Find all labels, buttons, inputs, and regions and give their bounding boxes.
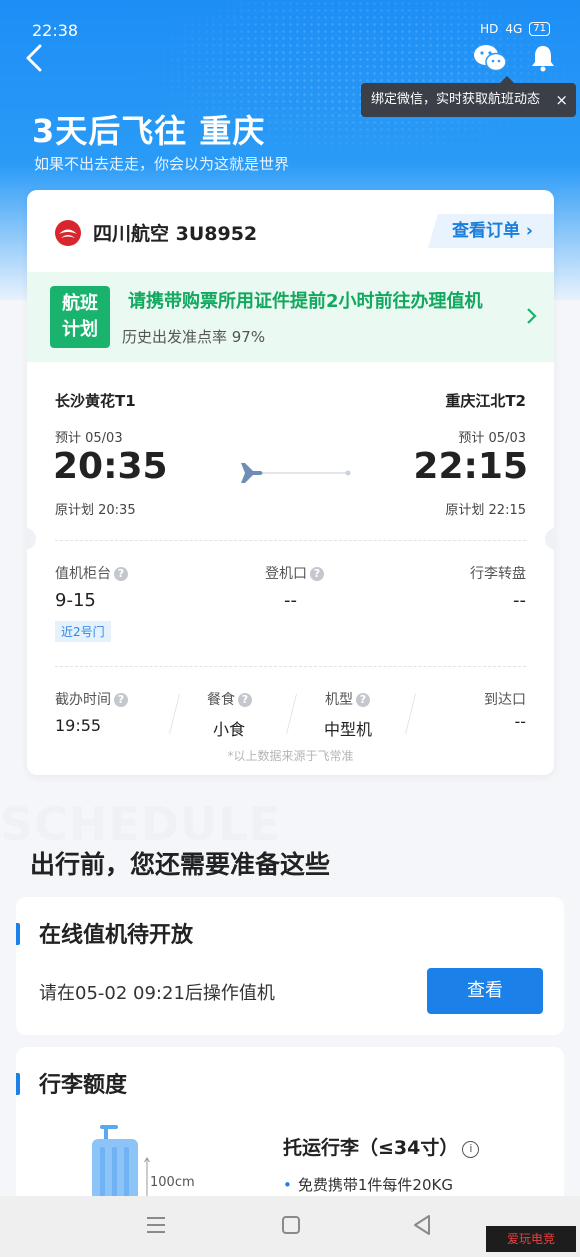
notice-message: 请携带购票所用证件提前2小时前往办理值机: [128, 291, 483, 312]
suitcase-icon: [92, 1125, 138, 1203]
baggage-carousel-value: --: [513, 590, 526, 611]
home-icon[interactable]: [282, 1216, 300, 1234]
signal-label: HD: [480, 22, 499, 36]
view-order-button[interactable]: 查看订单 ›: [428, 214, 554, 248]
divider: [405, 694, 416, 734]
gate-hint-badge: 近2号门: [55, 621, 111, 642]
boarding-gate-value: --: [284, 590, 297, 611]
cutoff-time-label: 截办时间?: [55, 689, 128, 709]
bell-icon[interactable]: [528, 43, 558, 73]
ticket-notch: [545, 528, 554, 550]
status-icons: HD 4G 71: [480, 22, 550, 36]
online-checkin-card: 在线值机待开放 请在05-02 09:21后操作值机 查看: [16, 897, 564, 1035]
section-accent: [16, 1073, 20, 1095]
checkin-counter-label: 值机柜台?: [55, 563, 128, 583]
flight-card: 四川航空 3U8952 查看订单 › 航班 计划 请携带购票所用证件提前2小时前…: [27, 190, 554, 775]
aircraft-type-value: 中型机: [324, 720, 373, 739]
ticket-notch: [27, 528, 36, 550]
departure-original-time: 原计划 20:35: [55, 503, 136, 518]
status-time: 22:38: [32, 21, 79, 40]
baggage-carousel-label: 行李转盘: [470, 566, 526, 582]
arrival-estimated-date: 预计 05/03: [458, 431, 526, 446]
help-icon[interactable]: ?: [356, 693, 370, 707]
departure-estimated-date: 预计 05/03: [55, 431, 123, 446]
help-icon[interactable]: ?: [114, 693, 128, 707]
meal-label: 餐食?: [207, 689, 252, 709]
back-arrow-icon[interactable]: [22, 42, 48, 74]
airline-logo-icon: [55, 220, 81, 246]
arrival-gate-value: --: [514, 712, 526, 731]
data-source-note: *以上数据来源于飞常准: [227, 749, 354, 763]
arrival-time: 22:15: [413, 446, 528, 487]
divider: [55, 666, 526, 667]
page-subtitle: 如果不出去走走，你会以为这就是世界: [34, 155, 290, 173]
departure-time: 20:35: [53, 446, 168, 487]
departure-airport: 长沙黄花T1: [55, 392, 136, 410]
menu-icon[interactable]: [146, 1216, 166, 1234]
airline-flight-number: 四川航空 3U8952: [93, 223, 258, 245]
baggage-allowance-item: 免费携带1件每件20KG: [283, 1174, 453, 1195]
online-checkin-title: 在线值机待开放: [39, 923, 194, 948]
aircraft-type-label: 机型?: [325, 689, 370, 709]
baggage-allowance-title: 行李额度: [39, 1073, 128, 1098]
help-icon[interactable]: ?: [114, 567, 128, 581]
back-triangle-icon[interactable]: [412, 1214, 432, 1236]
wechat-icon[interactable]: [472, 43, 508, 73]
help-icon[interactable]: ?: [238, 693, 252, 707]
page-title: 3天后飞往 重庆: [32, 112, 266, 150]
close-icon[interactable]: ×: [555, 83, 568, 117]
online-checkin-desc: 请在05-02 09:21后操作值机: [39, 983, 275, 1004]
flight-plan-notice[interactable]: 航班 计划 请携带购票所用证件提前2小时前往办理值机 历史出发准点率 97%: [27, 272, 554, 362]
section-title: 出行前，您还需要准备这些: [30, 850, 331, 879]
flight-plan-badge: 航班 计划: [50, 286, 110, 348]
view-checkin-button[interactable]: 查看: [427, 968, 543, 1014]
schedule-watermark: SCHEDULE: [0, 797, 282, 851]
boarding-gate-label: 登机口?: [265, 563, 324, 583]
divider: [169, 694, 180, 734]
arrival-gate-label: 到达口: [484, 692, 526, 708]
on-time-rate: 历史出发准点率 97%: [122, 328, 266, 346]
section-accent: [16, 923, 20, 945]
meal-value: 小食: [213, 720, 246, 739]
battery-icon: 71: [529, 22, 550, 36]
arrival-airport: 重庆江北T2: [445, 392, 526, 410]
checked-baggage-title: 托运行李（≤34寸） i: [283, 1133, 480, 1160]
info-icon[interactable]: i: [462, 1141, 480, 1158]
arrival-original-time: 原计划 22:15: [445, 503, 526, 518]
help-icon[interactable]: ?: [310, 567, 324, 581]
network-label: 4G: [505, 22, 523, 36]
checkin-counter-value: 9-15: [55, 590, 96, 611]
wechat-bind-tooltip[interactable]: 绑定微信，实时获取航班动态 ×: [361, 76, 576, 117]
tooltip-text: 绑定微信，实时获取航班动态: [371, 92, 541, 107]
divider: [55, 540, 526, 541]
site-watermark-logo: 爱玩电竞: [486, 1226, 576, 1252]
cutoff-time-value: 19:55: [55, 716, 102, 735]
divider: [286, 694, 297, 734]
suitcase-dimension: 100cm: [150, 1175, 195, 1190]
airplane-route-icon: [235, 463, 351, 483]
chevron-right-icon: [527, 308, 537, 324]
baggage-allowance-card: 行李额度 100cm 托运行李（≤34寸）i 免费携带1件每件20KG: [16, 1047, 564, 1217]
